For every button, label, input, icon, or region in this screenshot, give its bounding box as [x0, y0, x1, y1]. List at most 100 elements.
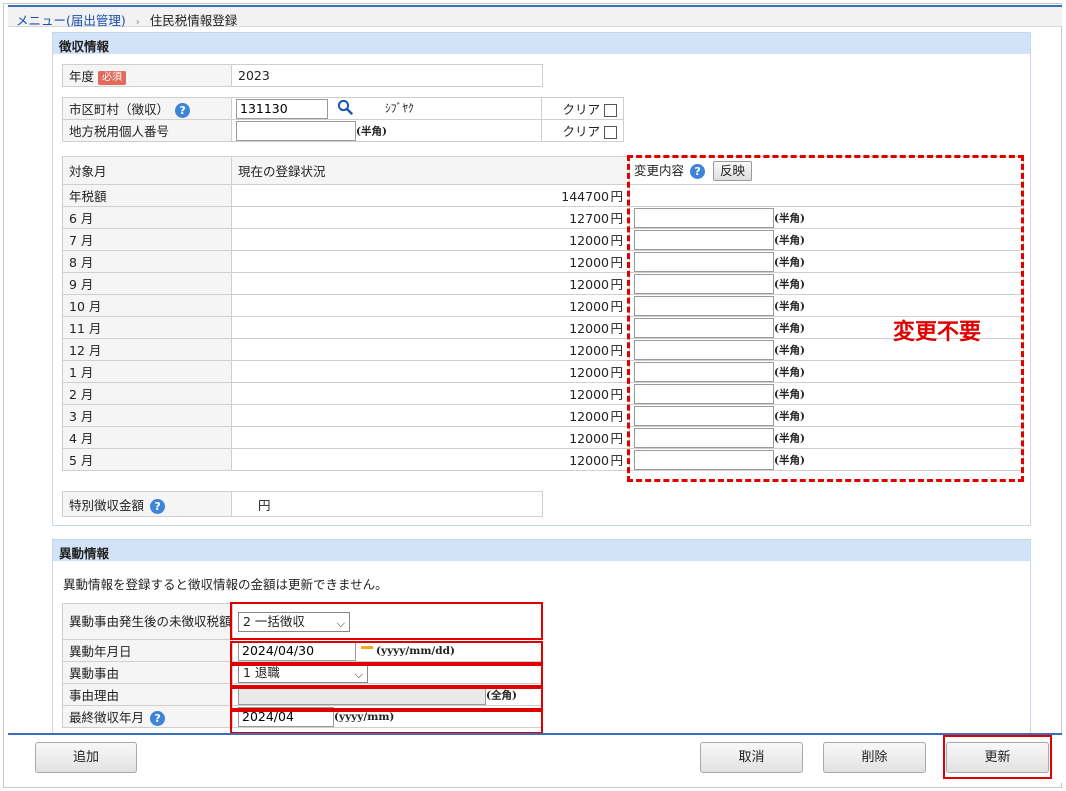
- month-status-cell: 12000円: [231, 360, 630, 383]
- monthly-table: 対象月 現在の登録状況 変更内容? 反映 年税額 144700円 6 月 12700…: [62, 156, 1024, 471]
- last-month-label-cell: 最終徴収年月?: [62, 705, 233, 728]
- month-change-cell: (半角): [629, 272, 1024, 295]
- search-icon[interactable]: [337, 99, 353, 118]
- ido-panel-title: 異動情報: [53, 540, 1030, 561]
- month-change-input[interactable]: [634, 273, 774, 294]
- month-change-input[interactable]: [634, 427, 774, 448]
- municipality-code-input[interactable]: [236, 98, 328, 119]
- last-month-cell: (yyyy/mm): [232, 705, 542, 728]
- month-row: 1 月 12000円 (半角): [62, 360, 1024, 383]
- add-button[interactable]: 追加: [35, 742, 137, 773]
- date-hint: (yyyy/mm/dd): [376, 644, 455, 657]
- month-status-value: 12000: [569, 365, 609, 380]
- calendar-icon[interactable]: [361, 645, 373, 656]
- month-row: 3 月 12000円 (半角): [62, 404, 1024, 427]
- month-status-value: 12000: [569, 409, 609, 424]
- month-status-value: 12000: [569, 431, 609, 446]
- yen-label: 円: [610, 321, 623, 336]
- help-icon[interactable]: ?: [175, 103, 191, 118]
- yen-label: 円: [610, 233, 623, 248]
- date-cell: (yyyy/mm/dd): [232, 639, 542, 662]
- month-change-hint: (半角): [774, 278, 805, 290]
- month-change-input[interactable]: [634, 207, 774, 228]
- month-row: 10 月 12000円 (半角): [62, 294, 1024, 317]
- month-change-input[interactable]: [634, 229, 774, 250]
- month-change-hint: (半角): [774, 322, 805, 334]
- method-select-value: 2 一括徴収: [243, 613, 305, 629]
- breadcrumb-current: 住民税情報登録: [149, 13, 238, 28]
- month-status-value: 12000: [569, 299, 609, 314]
- method-label: 異動事由発生後の未徴収税額の徴収方法: [62, 603, 233, 640]
- method-select[interactable]: 2 一括徴収 ⌵: [238, 611, 350, 632]
- month-label: 3 月: [62, 404, 232, 427]
- annual-change-cell: [629, 184, 1024, 207]
- personal-no-clear-checkbox[interactable]: [604, 126, 617, 139]
- month-status-cell: 12000円: [231, 404, 630, 427]
- yen-label: 円: [610, 211, 623, 226]
- month-status-value: 12700: [569, 211, 609, 226]
- year-label-cell: 年度 必須: [62, 64, 232, 87]
- month-label: 1 月: [62, 360, 232, 383]
- reason-select[interactable]: 1 退職 ⌵: [238, 662, 368, 683]
- month-label: 4 月: [62, 426, 232, 449]
- personal-no-input[interactable]: [236, 120, 356, 141]
- month-change-input[interactable]: [634, 317, 774, 338]
- personal-no-value-cell: (半角): [231, 119, 542, 142]
- month-change-input[interactable]: [634, 339, 774, 360]
- chevron-down-icon: ⌵: [336, 616, 345, 630]
- year-table: 年度 必須 2023: [62, 64, 543, 87]
- delete-button[interactable]: 削除: [823, 742, 926, 773]
- month-status-cell: 12000円: [231, 382, 630, 405]
- special-yen: 円: [231, 491, 543, 517]
- month-change-hint: (半角): [774, 300, 805, 312]
- ido-table: 異動事由発生後の未徴収税額の徴収方法 2 一括徴収 ⌵ 異動年月日 (yyyy/m…: [62, 603, 542, 728]
- help-icon[interactable]: ?: [150, 498, 166, 514]
- help-icon[interactable]: ?: [690, 163, 706, 179]
- month-label: 10 月: [62, 294, 232, 317]
- municipality-value-cell: ｼﾌﾞﾔｸ: [231, 97, 542, 120]
- reason-detail-input[interactable]: [238, 684, 486, 705]
- month-change-input[interactable]: [634, 361, 774, 382]
- breadcrumb-separator-icon: ›: [135, 17, 140, 28]
- update-button[interactable]: 更新: [946, 742, 1049, 773]
- municipality-clear-checkbox[interactable]: [604, 104, 617, 117]
- municipality-label-cell: 市区町村（徴収）?: [62, 97, 232, 120]
- municipality-clear-label: クリア: [562, 102, 600, 117]
- yen-label: 円: [610, 365, 623, 380]
- month-row: 4 月 12000円 (半角): [62, 426, 1024, 449]
- month-change-input[interactable]: [634, 405, 774, 426]
- date-input[interactable]: [238, 640, 356, 661]
- cancel-button[interactable]: 取消: [700, 742, 803, 773]
- month-change-input[interactable]: [634, 251, 774, 272]
- personal-no-label: 地方税用個人番号: [62, 119, 232, 142]
- special-label-cell: 特別徴収金額?: [62, 491, 232, 517]
- month-change-cell: (半角): [629, 206, 1024, 229]
- month-change-cell: (半角): [629, 426, 1024, 449]
- no-change-annotation: 変更不要: [893, 320, 982, 345]
- month-row: 8 月 12000円 (半角): [62, 250, 1024, 273]
- required-badge: 必須: [98, 70, 127, 85]
- month-status-value: 12000: [569, 321, 609, 336]
- month-label: 8 月: [62, 250, 232, 273]
- month-change-input[interactable]: [634, 295, 774, 316]
- help-icon[interactable]: ?: [150, 711, 166, 726]
- month-change-hint: (半角): [774, 344, 805, 356]
- month-status-cell: 12000円: [231, 294, 630, 317]
- breadcrumb-menu-link[interactable]: メニュー(届出管理): [16, 13, 126, 28]
- month-label: 12 月: [62, 338, 232, 361]
- last-month-hint: (yyyy/mm): [334, 710, 395, 723]
- month-change-cell: (半角): [629, 448, 1024, 471]
- month-change-cell: (半角): [629, 360, 1024, 383]
- month-change-hint: (半角): [774, 410, 805, 422]
- month-change-input[interactable]: [634, 449, 774, 470]
- month-status-cell: 12000円: [231, 338, 630, 361]
- month-row: 2 月 12000円 (半角): [62, 382, 1024, 405]
- reason-detail-cell: (全角): [232, 683, 542, 706]
- month-row: 9 月 12000円 (半角): [62, 272, 1024, 295]
- last-month-input[interactable]: [238, 706, 334, 727]
- month-change-input[interactable]: [634, 383, 774, 404]
- month-label: 6 月: [62, 206, 232, 229]
- reflect-button[interactable]: 反映: [713, 161, 753, 182]
- month-label: 5 月: [62, 448, 232, 471]
- col-status-header: 現在の登録状況: [231, 156, 630, 185]
